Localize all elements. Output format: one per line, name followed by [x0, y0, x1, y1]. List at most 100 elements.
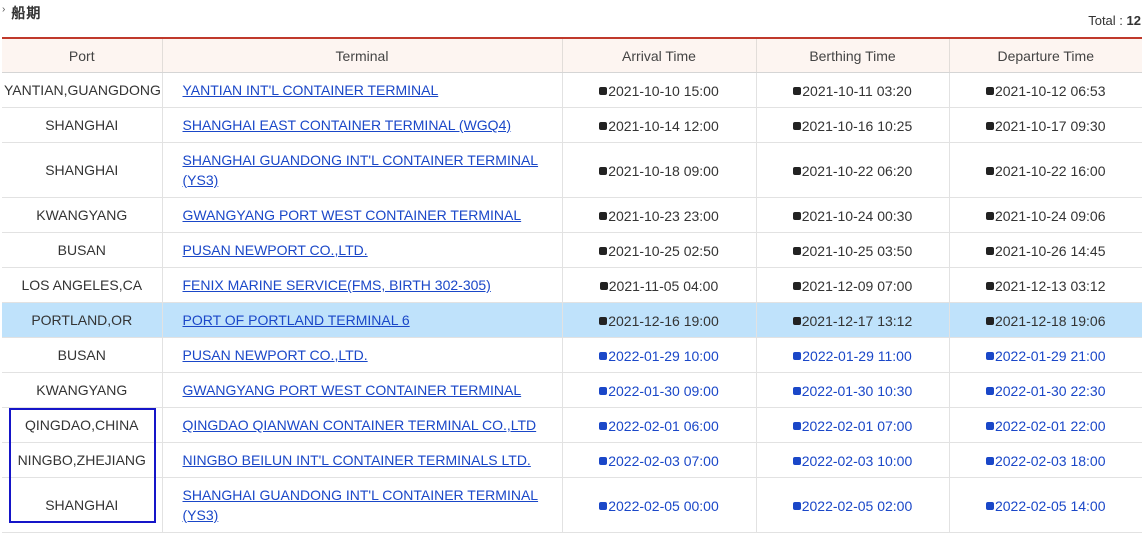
- berthing-time: 2021-10-24 00:30: [792, 208, 912, 224]
- arrival-time-value: 2021-10-23 23:00: [608, 207, 719, 224]
- departure-time-cell: 2021-10-24 09:06: [948, 197, 1142, 233]
- berthing-time: 2022-02-03 10:00: [792, 452, 913, 469]
- estimated-time-icon: [599, 351, 608, 360]
- table-row: PORTLAND,OR PORT OF PORTLAND TERMINAL 6 20…: [2, 302, 1142, 338]
- port-cell: KWANGYANG: [2, 197, 162, 233]
- terminal-link[interactable]: PORT OF PORTLAND TERMINAL 6: [183, 312, 410, 328]
- arrival-time-cell: 2022-02-03 07:00: [561, 442, 756, 478]
- arrival-time-value: 2021-10-25 02:50: [608, 242, 719, 259]
- terminal-cell: PUSAN NEWPORT CO.,LTD.: [161, 232, 562, 268]
- header-departure-time: Departure Time: [948, 38, 1142, 73]
- berthing-time-value: 2021-10-22 06:20: [801, 162, 913, 179]
- departure-time: 2022-02-05 14:00: [985, 497, 1106, 514]
- departure-time-value: 2021-10-24 09:06: [994, 207, 1106, 224]
- actual-time-icon: [985, 166, 994, 175]
- departure-time-cell: 2022-02-05 14:00: [948, 477, 1142, 533]
- departure-time: 2022-01-29 21:00: [985, 348, 1106, 364]
- estimated-time-icon: [599, 386, 608, 395]
- estimated-time-icon: [793, 351, 802, 360]
- berthing-time: 2022-02-05 02:00: [792, 498, 912, 514]
- terminal-cell: NINGBO BEILUN INT'L CONTAINER TERMINALS …: [161, 442, 562, 478]
- departure-time-value: 2021-10-17 09:30: [994, 117, 1106, 134]
- table-row: QINGDAO,CHINA QINGDAO QIANWAN CONTAINER T…: [2, 407, 1142, 443]
- arrival-time-value: 2021-11-05 04:00: [608, 277, 719, 294]
- berthing-time-cell: 2022-02-05 02:00: [755, 477, 949, 533]
- terminal-link[interactable]: GWANGYANG PORT WEST CONTAINER TERMINAL: [183, 382, 522, 398]
- arrival-time: 2021-11-05 04:00: [599, 277, 719, 294]
- estimated-time-icon: [985, 421, 994, 430]
- arrival-time-cell: 2021-10-18 09:00: [561, 142, 756, 198]
- table-row: SHANGHAI SHANGHAI GUANDONG INT'L CONTAINE…: [2, 142, 1142, 198]
- actual-time-icon: [985, 246, 994, 255]
- port-cell: SHANGHAI: [2, 142, 162, 198]
- port-cell: PORTLAND,OR: [2, 302, 162, 338]
- total-label: Total :: [1088, 13, 1123, 28]
- table-row: NINGBO,ZHEJIANG NINGBO BEILUN INT'L CONTA…: [2, 442, 1142, 478]
- terminal-cell: GWANGYANG PORT WEST CONTAINER TERMINAL: [161, 372, 562, 408]
- terminal-cell: GWANGYANG PORT WEST CONTAINER TERMINAL: [161, 197, 562, 233]
- arrival-time-value: 2022-02-03 07:00: [608, 452, 719, 469]
- arrival-time-cell: 2021-11-05 04:00: [561, 267, 756, 303]
- terminal-link[interactable]: GWANGYANG PORT WEST CONTAINER TERMINAL: [183, 207, 522, 223]
- estimated-time-icon: [792, 386, 801, 395]
- arrival-time-value: 2021-10-18 09:00: [608, 162, 719, 179]
- table-row: SHANGHAI SHANGHAI GUANDONG INT'L CONTAINE…: [2, 477, 1142, 533]
- departure-time: 2022-01-30 22:30: [985, 383, 1106, 399]
- arrival-time: 2021-10-23 23:00: [599, 208, 719, 224]
- terminal-cell: PUSAN NEWPORT CO.,LTD.: [161, 337, 562, 373]
- arrival-time: 2022-02-03 07:00: [599, 453, 719, 469]
- port-cell: SHANGHAI: [2, 477, 162, 533]
- table-header-row: Port Terminal Arrival Time Berthing Time…: [2, 38, 1142, 73]
- table-row: BUSAN PUSAN NEWPORT CO.,LTD. 2021-10-25 02…: [2, 232, 1142, 268]
- actual-time-icon: [599, 121, 608, 130]
- berthing-time-value: 2022-02-03 10:00: [801, 452, 913, 469]
- actual-time-icon: [792, 281, 801, 290]
- terminal-link[interactable]: PUSAN NEWPORT CO.,LTD.: [183, 347, 368, 363]
- actual-time-icon: [792, 211, 801, 220]
- terminal-link[interactable]: QINGDAO QIANWAN CONTAINER TERMINAL CO.,L…: [183, 417, 537, 433]
- estimated-time-icon: [599, 501, 608, 510]
- header-terminal: Terminal: [161, 38, 562, 73]
- berthing-time-cell: 2022-02-03 10:00: [755, 442, 949, 478]
- estimated-time-icon: [985, 386, 994, 395]
- table-row: YANTIAN,GUANGDONG YANTIAN INT'L CONTAINER…: [2, 72, 1142, 108]
- actual-time-icon: [599, 281, 608, 290]
- actual-time-icon: [792, 246, 801, 255]
- terminal-link[interactable]: NINGBO BEILUN INT'L CONTAINER TERMINALS …: [183, 452, 531, 468]
- table-row: LOS ANGELES,CA FENIX MARINE SERVICE(FMS, …: [2, 267, 1142, 303]
- table-row: SHANGHAI SHANGHAI EAST CONTAINER TERMINAL…: [2, 107, 1142, 143]
- section-title: 船期: [11, 5, 42, 21]
- departure-time: 2021-10-24 09:06: [985, 207, 1106, 224]
- section-header: › 船期: [2, 2, 41, 24]
- terminal-link[interactable]: PUSAN NEWPORT CO.,LTD.: [183, 242, 368, 258]
- terminal-cell: FENIX MARINE SERVICE(FMS, BIRTH 302-305): [161, 267, 562, 303]
- berthing-time-cell: 2021-10-11 03:20: [755, 72, 949, 108]
- departure-time-cell: 2021-12-18 19:06: [948, 302, 1142, 338]
- estimated-time-icon: [985, 351, 994, 360]
- estimated-time-icon: [985, 501, 994, 510]
- port-cell: BUSAN: [2, 337, 162, 373]
- terminal-link[interactable]: SHANGHAI GUANDONG INT'L CONTAINER TERMIN…: [183, 152, 539, 188]
- terminal-link[interactable]: SHANGHAI GUANDONG INT'L CONTAINER TERMIN…: [183, 487, 539, 523]
- terminal-link[interactable]: SHANGHAI EAST CONTAINER TERMINAL (WGQ4): [183, 117, 512, 133]
- berthing-time-value: 2021-10-11 03:20: [802, 82, 912, 99]
- terminal-link[interactable]: FENIX MARINE SERVICE(FMS, BIRTH 302-305): [183, 277, 491, 293]
- arrival-time: 2021-10-18 09:00: [599, 163, 719, 179]
- berthing-time: 2021-12-17 13:12: [792, 313, 912, 329]
- arrival-time-value: 2022-01-30 09:00: [608, 382, 719, 399]
- arrival-time-cell: 2022-01-30 09:00: [561, 372, 756, 408]
- arrival-time-value: 2022-02-05 00:00: [608, 497, 719, 514]
- port-cell: KWANGYANG: [2, 372, 162, 408]
- departure-time-value: 2022-02-05 14:00: [994, 497, 1106, 514]
- arrival-time-value: 2021-12-16 19:00: [608, 312, 719, 329]
- terminal-cell: PORT OF PORTLAND TERMINAL 6: [161, 302, 562, 338]
- port-cell: LOS ANGELES,CA: [2, 267, 162, 303]
- actual-time-icon: [985, 121, 994, 130]
- terminal-link[interactable]: YANTIAN INT'L CONTAINER TERMINAL: [183, 82, 439, 98]
- berthing-time-cell: 2021-10-25 03:50: [755, 232, 949, 268]
- arrival-time: 2021-10-10 15:00: [599, 83, 719, 99]
- berthing-time-cell: 2022-01-30 10:30: [755, 372, 949, 408]
- arrival-time-value: 2021-10-14 12:00: [608, 117, 719, 134]
- departure-time-value: 2022-02-01 22:00: [994, 417, 1106, 434]
- table-row: KWANGYANG GWANGYANG PORT WEST CONTAINER T…: [2, 372, 1142, 408]
